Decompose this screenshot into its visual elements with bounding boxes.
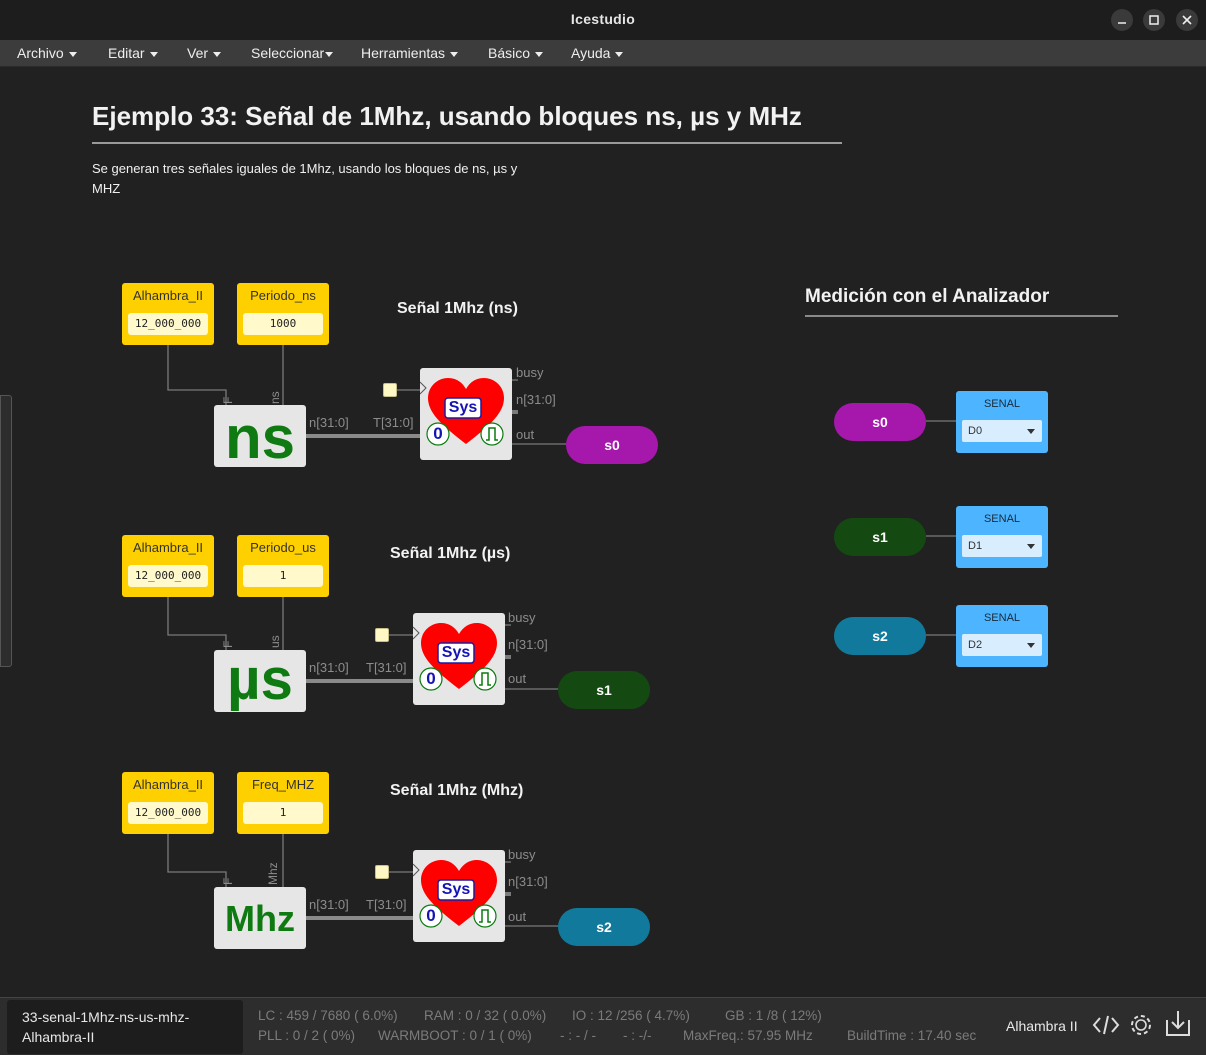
constant-alhambra-mhz[interactable]: Alhambra_II 12_000_000 — [122, 772, 214, 834]
upload-icon[interactable] — [1164, 1008, 1192, 1038]
converter-label: ns — [224, 404, 296, 471]
start-button[interactable] — [383, 383, 397, 397]
converter-block-mhz[interactable]: Mhz — [214, 887, 306, 949]
constant-value[interactable]: 12_000_000 — [128, 802, 208, 824]
status-bar: 33-senal-1Mhz-ns-us-mhz- Alhambra-II LC … — [0, 997, 1206, 1055]
sys-label: Sys — [441, 644, 471, 661]
wire-label-n: n[31:0] — [309, 897, 349, 912]
constant-name: Periodo_ns — [250, 288, 316, 303]
output-pin-s1[interactable]: s1 — [558, 671, 650, 709]
channel-value: D0 — [968, 425, 983, 437]
constant-name: Alhambra_II — [132, 288, 204, 303]
sys-label: Sys — [441, 881, 471, 898]
converter-label: Mhz — [225, 898, 295, 939]
wire-label-n: n[31:0] — [309, 660, 349, 675]
wire-label-t: T[31:0] — [366, 660, 407, 675]
senal-block-d1[interactable]: SENAL D1 — [956, 506, 1048, 568]
port-busy: busy — [516, 365, 544, 380]
stat-gb: GB : 1 /8 ( 12%) — [725, 1008, 822, 1023]
constant-name: Alhambra_II — [132, 540, 204, 555]
section-title-ns: Señal 1Mhz (ns) — [397, 300, 518, 317]
wires-analyzer — [926, 420, 956, 636]
channel-select[interactable]: D1 — [962, 535, 1042, 557]
port-busy: busy — [508, 847, 536, 862]
port-out: out — [508, 671, 527, 686]
port-out: out — [516, 427, 535, 442]
analyzer-input-s0[interactable]: s0 — [834, 403, 926, 441]
constant-value[interactable]: 1 — [243, 802, 323, 824]
zero-label: 0 — [433, 424, 443, 443]
constant-value[interactable]: 1 — [243, 565, 323, 587]
sys-timer-block-mhz[interactable]: Sys 0 — [413, 850, 505, 942]
stat-ram: RAM : 0 / 32 ( 0.0%) — [424, 1008, 547, 1023]
senal-name: SENAL — [983, 513, 1021, 525]
channel-select[interactable]: D2 — [962, 634, 1042, 656]
stat-dash-1: - : - / - — [560, 1028, 596, 1043]
code-icon[interactable] — [1092, 1012, 1120, 1038]
constant-periodo-ns[interactable]: Periodo_ns 1000 — [237, 283, 329, 345]
wire-label-t: T[31:0] — [366, 897, 407, 912]
constant-name: Alhambra_II — [132, 777, 204, 792]
senal-block-d2[interactable]: SENAL D2 — [956, 605, 1048, 667]
project-filename: 33-senal-1Mhz-ns-us-mhz- Alhambra-II — [7, 1000, 243, 1054]
output-pin-s0[interactable]: s0 — [566, 426, 658, 464]
analyzer-input-s1[interactable]: s1 — [834, 518, 926, 556]
converter-block-us[interactable]: µs — [214, 647, 306, 712]
constant-alhambra-ns[interactable]: Alhambra_II 12_000_000 — [122, 283, 214, 345]
stat-buildtime: BuildTime : 17.40 sec — [847, 1028, 977, 1043]
constant-value[interactable]: 12_000_000 — [128, 565, 208, 587]
filename-line-1: 33-senal-1Mhz-ns-us-mhz- — [22, 1009, 190, 1025]
stat-dash-2: - : -/- — [623, 1028, 652, 1043]
dropdown-arrow-icon — [1027, 544, 1035, 549]
settings-gear-icon[interactable] — [1127, 1012, 1155, 1040]
start-button[interactable] — [375, 628, 389, 642]
port-n: n[31:0] — [516, 392, 556, 407]
port-n: n[31:0] — [508, 637, 548, 652]
stat-warmboot: WARMBOOT : 0 / 1 ( 0%) — [378, 1028, 532, 1043]
wire-label-t: T[31:0] — [373, 415, 414, 430]
converter-label: µs — [227, 647, 293, 712]
stat-io: IO : 12 /256 ( 4.7%) — [572, 1008, 690, 1023]
dropdown-arrow-icon — [1027, 643, 1035, 648]
senal-block-d0[interactable]: SENAL D0 — [956, 391, 1048, 453]
port-busy: busy — [508, 610, 536, 625]
senal-name: SENAL — [983, 398, 1021, 410]
section-title-us: Señal 1Mhz (µs) — [390, 545, 511, 562]
analyzer-input-s2[interactable]: s2 — [834, 617, 926, 655]
port-label-in: Mhz — [266, 862, 280, 885]
constant-value[interactable]: 1000 — [243, 313, 323, 335]
filename-line-2: Alhambra-II — [22, 1029, 95, 1045]
constant-periodo-us[interactable]: Periodo_us 1 — [237, 535, 329, 597]
wire-label-n: n[31:0] — [309, 415, 349, 430]
stat-pll: PLL : 0 / 2 ( 0%) — [258, 1028, 356, 1043]
channel-select[interactable]: D0 — [962, 420, 1042, 442]
board-selector[interactable]: Alhambra II — [1006, 1018, 1078, 1034]
sys-timer-block-ns[interactable]: Sys 0 — [420, 368, 512, 460]
port-label-f: F — [221, 877, 235, 885]
constant-name: Periodo_us — [250, 540, 316, 555]
stat-lc: LC : 459 / 7680 ( 6.0%) — [258, 1008, 398, 1023]
channel-value: D1 — [968, 540, 983, 552]
sys-timer-block-us[interactable]: Sys 0 — [413, 613, 505, 705]
channel-value: D2 — [968, 639, 983, 651]
start-button[interactable] — [375, 865, 389, 879]
dropdown-arrow-icon — [1027, 429, 1035, 434]
senal-name: SENAL — [983, 612, 1021, 624]
stat-maxfreq: MaxFreq.: 57.95 MHz — [683, 1028, 813, 1043]
port-n: n[31:0] — [508, 874, 548, 889]
constant-value[interactable]: 12_000_000 — [128, 313, 208, 335]
zero-label: 0 — [426, 669, 436, 688]
converter-block-ns[interactable]: ns — [214, 404, 306, 471]
output-pin-s2[interactable]: s2 — [558, 908, 650, 946]
port-out: out — [508, 909, 527, 924]
section-title-mhz: Señal 1Mhz (Mhz) — [390, 782, 524, 799]
constant-alhambra-us[interactable]: Alhambra_II 12_000_000 — [122, 535, 214, 597]
constant-name: Freq_MHZ — [251, 777, 315, 792]
zero-label: 0 — [426, 906, 436, 925]
constant-freq-mhz[interactable]: Freq_MHZ 1 — [237, 772, 329, 834]
sys-label: Sys — [448, 399, 478, 416]
